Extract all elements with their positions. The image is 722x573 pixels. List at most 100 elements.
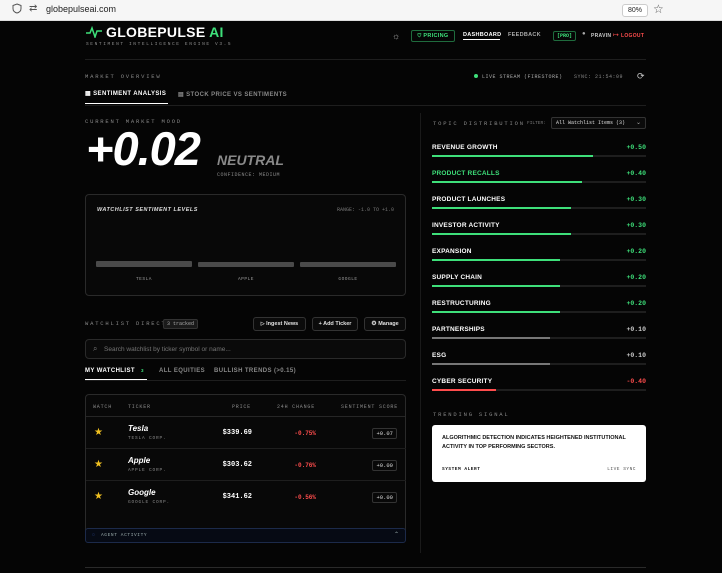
shield-icon[interactable]: [12, 3, 22, 17]
star-icon[interactable]: ★: [94, 491, 103, 502]
user-icon: ●: [582, 31, 586, 37]
star-icon[interactable]: ★: [94, 459, 103, 470]
trending-signal-label: TRENDING SIGNAL: [433, 411, 510, 418]
trending-signal-card: ALGORITHMIC DETECTION INDICATES HEIGHTEN…: [432, 425, 646, 482]
topic-filter-select[interactable]: All Watchlist Items (3) ⌄: [551, 117, 646, 129]
filter-value: All Watchlist Items (3): [556, 120, 626, 126]
ingest-label: Ingest News: [266, 321, 299, 327]
topic-value: -0.40: [626, 378, 646, 385]
topic-bar-fill: [432, 363, 550, 365]
theme-toggle-icon[interactable]: ☼: [392, 31, 400, 41]
topic-bar-fill: [432, 311, 561, 313]
table-row[interactable]: ★ Tesla TESLA CORP. $339.69 -0.75% +0.07: [86, 417, 406, 449]
star-icon[interactable]: ★: [94, 427, 103, 438]
watchlist-search-box[interactable]: ⌕: [85, 339, 406, 359]
topic-row[interactable]: PARTNERSHIPS +0.10: [432, 320, 646, 346]
sentiment-levels-card: WATCHLIST SENTIMENT LEVELS RANGE: -1.0 T…: [85, 194, 406, 296]
filter-label: FILTER:: [527, 121, 546, 126]
topic-name: RESTRUCTURING: [432, 300, 491, 307]
tab-stock-vs-sentiment[interactable]: ▤ STOCK PRICE VS SENTIMENTS: [178, 91, 287, 98]
ticker-name: Apple: [128, 456, 151, 465]
topic-row[interactable]: SUPPLY CHAIN +0.20: [432, 268, 646, 294]
search-icon: ⌕: [93, 344, 98, 353]
ingest-news-button[interactable]: ▷ Ingest News: [253, 317, 306, 331]
topic-bar-fill: [432, 207, 572, 209]
topic-row[interactable]: PRODUCT LAUNCHES +0.30: [432, 190, 646, 216]
tab-all-equities[interactable]: ALL EQUITIES: [159, 368, 205, 374]
sentiment-level-bar: [96, 260, 192, 267]
add-ticker-button[interactable]: + Add Ticker: [312, 317, 358, 331]
sync-time: SYNC: 21:54:09: [574, 74, 624, 80]
tagline: SENTIMENT INTELLIGENCE ENGINE V3.5: [86, 42, 233, 47]
agent-activity-bar[interactable]: ◌ AGENT ACTIVITY ⌃: [85, 528, 406, 543]
topic-name: EXPANSION: [432, 248, 472, 255]
tab-stock-label: STOCK PRICE VS SENTIMENTS: [186, 92, 288, 98]
topic-bar-track: [432, 363, 646, 365]
bookmark-star-icon[interactable]: ☆: [653, 2, 664, 16]
brand-logo[interactable]: GLOBEPULSE AI: [106, 24, 224, 40]
topic-row[interactable]: CYBER SECURITY -0.40: [432, 372, 646, 398]
user-name[interactable]: PRAVIN: [591, 33, 611, 39]
ticker-price: $303.62: [222, 461, 252, 469]
topic-distribution-label: TOPIC DISTRIBUTION: [433, 120, 525, 127]
active-tab-underline: [85, 103, 168, 104]
tab-sentiment-analysis[interactable]: ▦ SENTIMENT ANALYSIS: [85, 90, 166, 97]
refresh-icon[interactable]: ⟳: [637, 71, 645, 82]
app: GLOBEPULSE AI SENTIMENT INTELLIGENCE ENG…: [0, 21, 722, 573]
watchlist-table: WATCH TICKER PRICE 24H CHANGE SENTIMENT …: [85, 394, 406, 542]
col-change: 24H CHANGE: [276, 404, 315, 410]
chevron-up-icon[interactable]: ⌃: [394, 531, 399, 538]
topic-bar-fill: [432, 337, 550, 339]
live-sync-label: LIVE SYNC: [607, 467, 636, 472]
manage-button[interactable]: ⚙ Manage: [364, 317, 406, 331]
topic-row[interactable]: RESTRUCTURING +0.20: [432, 294, 646, 320]
topic-row[interactable]: REVENUE GROWTH +0.50: [432, 138, 646, 164]
topic-bar-track: [432, 181, 646, 183]
pricing-button[interactable]: ⛉ PRICING: [411, 30, 455, 42]
topic-row[interactable]: ESG +0.10: [432, 346, 646, 372]
header-divider: [85, 59, 646, 60]
table-icon: ▤: [178, 92, 185, 98]
address-bar[interactable]: globepulseai.com: [46, 4, 116, 14]
topic-bar-fill: [432, 285, 561, 287]
topic-bar-track: [432, 155, 646, 157]
my-watchlist-label: MY WATCHLIST: [85, 368, 135, 374]
tab-bullish-trends[interactable]: BULLISH TRENDS (>0.15): [214, 368, 296, 374]
site-settings-icon[interactable]: ⇄: [29, 3, 37, 14]
topic-value: +0.10: [626, 326, 646, 333]
tab-my-watchlist[interactable]: MY WATCHLIST 3: [85, 368, 144, 374]
topic-name: ESG: [432, 352, 447, 359]
ticker-corp: TESLA CORP.: [128, 436, 167, 441]
topic-bar-fill: [432, 155, 593, 157]
topic-row[interactable]: PRODUCT RECALLS +0.40: [432, 164, 646, 190]
tabs-divider: [85, 105, 646, 106]
topic-value: +0.30: [626, 222, 646, 229]
topic-bar-track: [432, 259, 646, 261]
topic-row[interactable]: EXPANSION +0.20: [432, 242, 646, 268]
nav-dashboard[interactable]: DASHBOARD: [463, 32, 501, 38]
trending-text: ALGORITHMIC DETECTION INDICATES HEIGHTEN…: [442, 435, 626, 450]
nav-feedback[interactable]: FEEDBACK: [508, 32, 541, 38]
topic-bar-track: [432, 207, 646, 209]
logout-button[interactable]: LOGOUT: [621, 33, 644, 39]
gear-icon: ⚙: [371, 321, 377, 327]
table-row[interactable]: ★ Apple APPLE CORP. $303.62 -0.76% +0.00: [86, 449, 406, 481]
watchlist-search-input[interactable]: [104, 343, 394, 355]
active-nav-underline: [463, 39, 500, 40]
agent-activity-label: AGENT ACTIVITY: [101, 533, 148, 538]
topic-bar-track: [432, 285, 646, 287]
topic-value: +0.30: [626, 196, 646, 203]
agent-icon: ◌: [92, 532, 95, 538]
chart-icon: ▦: [85, 91, 92, 97]
table-row[interactable]: ★ Google GOOGLE CORP. $341.62 -0.56% +0.…: [86, 481, 406, 513]
topic-row[interactable]: INVESTOR ACTIVITY +0.30: [432, 216, 646, 242]
topic-value: +0.20: [626, 300, 646, 307]
ticker-name: Google: [128, 488, 156, 497]
mood-word: NEUTRAL: [217, 152, 284, 168]
topic-value: +0.20: [626, 248, 646, 255]
zoom-level[interactable]: 80%: [622, 4, 648, 17]
sentiment-level-label: TESLA: [135, 277, 152, 282]
ticker-score: +0.00: [372, 492, 397, 503]
logo-text: GLOBEPULSE: [106, 24, 206, 40]
levels-range: RANGE: -1.0 TO +1.0: [336, 207, 394, 213]
